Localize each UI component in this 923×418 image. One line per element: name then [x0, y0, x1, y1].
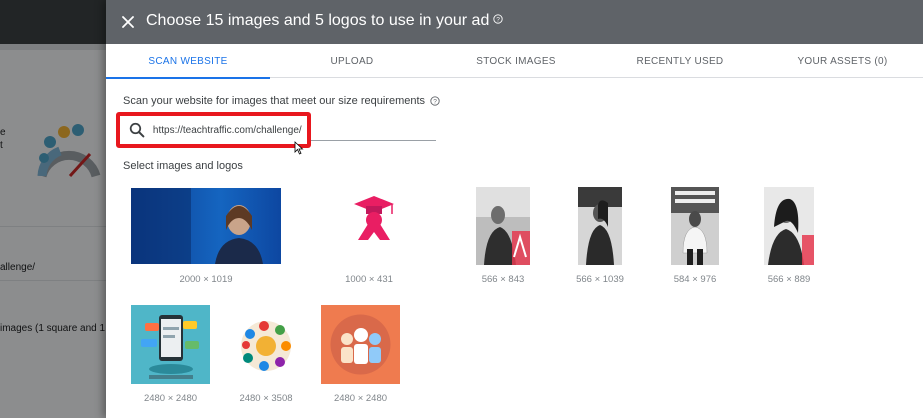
bw-portrait-image: [578, 187, 622, 265]
mouse-cursor-icon: [294, 141, 304, 155]
image-dimensions: 2480 × 2480: [143, 393, 198, 404]
close-icon: [122, 16, 134, 28]
tab-bar: SCAN WEBSITE UPLOAD STOCK IMAGES RECENTL…: [106, 44, 923, 79]
tab-scan-website[interactable]: SCAN WEBSITE: [106, 44, 270, 79]
website-url-input[interactable]: [152, 124, 307, 136]
image-thumbnail[interactable]: [131, 305, 210, 384]
graduate-logo-image: [354, 196, 394, 240]
bw-portrait-image: [671, 187, 719, 265]
help-icon[interactable]: ?: [493, 11, 503, 29]
input-underline: [311, 140, 436, 141]
phone-illustration-image: [131, 305, 210, 384]
logo-thumbnail[interactable]: [336, 190, 402, 246]
woman-video-image: [131, 188, 281, 264]
tab-stock-images[interactable]: STOCK IMAGES: [434, 44, 598, 78]
image-thumbnail[interactable]: [321, 305, 400, 384]
image-thumbnail[interactable]: [131, 188, 281, 264]
help-icon[interactable]: ?: [430, 96, 440, 106]
image-dimensions: 2480 × 2480: [333, 393, 388, 404]
image-thumbnail[interactable]: [476, 187, 530, 265]
dialog-header: Choose 15 images and 5 logos to use in y…: [106, 0, 923, 44]
social-icons-image: [241, 321, 291, 371]
url-search-box: [116, 112, 311, 148]
image-dimensions: 2480 × 3508: [239, 393, 293, 404]
tab-upload[interactable]: UPLOAD: [270, 44, 434, 78]
image-dimensions: 1000 × 431: [345, 274, 393, 285]
image-dimensions: 566 × 889: [767, 274, 811, 285]
bw-portrait-image: [476, 187, 530, 265]
image-dimensions: 2000 × 1019: [179, 274, 233, 285]
svg-text:?: ?: [497, 17, 501, 24]
image-dimensions: 566 × 843: [481, 274, 525, 285]
select-images-label: Select images and logos: [123, 160, 243, 172]
search-icon: [129, 122, 145, 138]
image-dimensions: 566 × 1039: [576, 274, 624, 285]
svg-text:?: ?: [433, 99, 437, 106]
dialog-title: Choose 15 images and 5 logos to use in y…: [146, 12, 503, 30]
image-picker-dialog: Choose 15 images and 5 logos to use in y…: [106, 0, 923, 418]
image-thumbnail[interactable]: [238, 318, 294, 374]
bw-portrait-image: [764, 187, 814, 265]
tab-your-assets[interactable]: YOUR ASSETS (0): [762, 44, 923, 78]
image-thumbnail[interactable]: [671, 187, 719, 265]
scan-instructions: Scan your website for images that meet o…: [123, 95, 440, 107]
image-thumbnail[interactable]: [578, 187, 622, 265]
image-dimensions: 584 × 976: [673, 274, 717, 285]
image-thumbnail[interactable]: [764, 187, 814, 265]
tab-recently-used[interactable]: RECENTLY USED: [598, 44, 762, 78]
close-button[interactable]: [116, 10, 140, 34]
people-circle-image: [321, 305, 400, 384]
